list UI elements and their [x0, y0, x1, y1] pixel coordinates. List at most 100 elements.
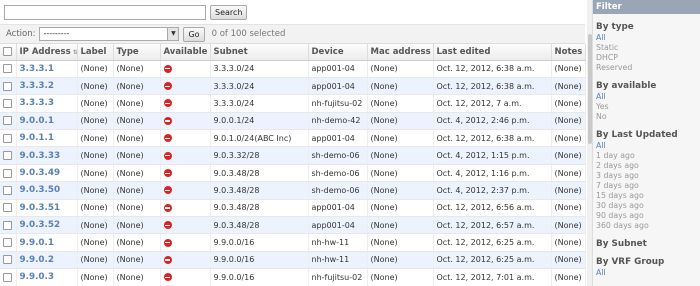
filter-option[interactable]: No	[596, 112, 700, 122]
filter-option[interactable]: All	[596, 33, 700, 43]
row-checkbox[interactable]	[3, 185, 12, 195]
row-select-cell	[0, 94, 17, 113]
filter-groups: By type All Static DHCP Reserved By available…	[593, 22, 700, 278]
notes-cell: (None)	[551, 181, 586, 200]
filter-option[interactable]: 7 days ago	[596, 181, 700, 191]
column-header-notes[interactable]: Notes	[551, 44, 586, 61]
row-checkbox[interactable]	[3, 238, 12, 248]
row-select-cell	[0, 181, 17, 200]
device-cell: app001-04	[308, 129, 368, 148]
table-row: 9.0.1.1 (None) (None) 9.0.1.0/24(ABC Inc) ap…	[0, 129, 586, 148]
row-select-cell	[0, 112, 17, 131]
column-header-label[interactable]: Label	[77, 44, 114, 61]
device-cell: sh-demo-06	[308, 181, 368, 200]
ip-address-link[interactable]: 9.0.3.49	[16, 164, 78, 183]
chevron-down-icon: ▼	[167, 28, 179, 40]
filter-option[interactable]: 3 days ago	[596, 171, 700, 181]
unavailable-icon	[163, 273, 172, 282]
mac-cell: (None)	[367, 146, 434, 165]
column-header-subnet[interactable]: Subnet1 ▲	[210, 44, 309, 61]
row-checkbox[interactable]	[3, 98, 12, 108]
search-button[interactable]: Search	[210, 5, 248, 20]
ip-address-link[interactable]: 9.9.0.3	[16, 268, 78, 286]
ip-address-link[interactable]: 9.0.3.51	[16, 199, 78, 218]
filter-option[interactable]: Reserved	[596, 63, 700, 73]
row-checkbox[interactable]	[3, 272, 12, 282]
filter-option[interactable]: 360 days ago	[596, 221, 700, 231]
row-checkbox[interactable]	[3, 168, 12, 178]
go-button[interactable]: Go	[183, 26, 205, 42]
ip-address-link[interactable]: 3.3.3.3	[16, 94, 78, 113]
column-header-edited[interactable]: Last edited	[433, 44, 552, 61]
filter-option[interactable]: All	[596, 92, 700, 102]
device-cell: sh-demo-06	[308, 164, 368, 183]
type-cell: (None)	[113, 216, 161, 235]
search-bar: Search	[4, 5, 248, 21]
available-cell	[160, 60, 211, 78]
subnet-cell: 3.3.3.0/24	[210, 60, 309, 78]
row-checkbox[interactable]	[3, 116, 12, 126]
column-header-available[interactable]: Available	[160, 44, 211, 61]
ip-address-link[interactable]: 3.3.3.2	[16, 77, 78, 96]
subnet-cell: 9.9.0.0/16	[210, 268, 309, 286]
row-checkbox[interactable]	[3, 151, 12, 161]
type-cell: (None)	[113, 199, 161, 218]
action-select[interactable]: --------- ▼	[39, 27, 180, 41]
mac-cell: (None)	[367, 164, 434, 183]
ip-address-link[interactable]: 9.0.3.50	[16, 181, 78, 200]
type-cell: (None)	[113, 94, 161, 113]
row-checkbox[interactable]	[3, 255, 12, 265]
row-select-cell	[0, 233, 17, 252]
row-select-cell	[0, 199, 17, 218]
mac-cell: (None)	[367, 94, 434, 113]
row-checkbox[interactable]	[3, 133, 12, 143]
device-cell: app001-04	[308, 77, 368, 96]
unavailable-icon	[163, 255, 172, 264]
type-cell: (None)	[113, 60, 161, 78]
filter-option[interactable]: 2 days ago	[596, 161, 700, 171]
column-header-type[interactable]: Type	[113, 44, 161, 61]
label-cell: (None)	[77, 146, 114, 165]
row-checkbox[interactable]	[3, 81, 12, 91]
select-all-cell	[0, 44, 17, 61]
subnet-cell: 3.3.3.0/24	[210, 94, 309, 113]
label-cell: (None)	[77, 216, 114, 235]
filter-option-list: All Yes No	[593, 92, 700, 122]
available-cell	[160, 146, 211, 165]
filter-option[interactable]: 15 days ago	[596, 191, 700, 201]
ip-address-link[interactable]: 9.0.1.1	[16, 129, 78, 148]
label-cell: (None)	[77, 77, 114, 96]
ip-address-link[interactable]: 9.0.3.33	[16, 146, 78, 165]
ip-address-link[interactable]: 9.0.3.52	[16, 216, 78, 235]
row-checkbox[interactable]	[3, 203, 12, 213]
filter-option[interactable]: All	[596, 141, 700, 151]
table-row: 9.0.3.50 (None) (None) 9.0.3.48/28 sh-demo-0…	[0, 181, 586, 200]
subnet-cell: 9.0.0.1/24	[210, 112, 309, 131]
column-header-ip[interactable]: IP Address⇅	[16, 44, 78, 61]
filter-option[interactable]: Static	[596, 43, 700, 53]
subnet-cell: 3.3.3.0/24	[210, 77, 309, 96]
edited-cell: Oct. 4, 2012, 1:15 p.m.	[433, 146, 552, 165]
filter-option[interactable]: DHCP	[596, 53, 700, 63]
filter-option[interactable]: Yes	[596, 102, 700, 112]
label-cell: (None)	[77, 94, 114, 113]
ip-address-link[interactable]: 9.9.0.1	[16, 233, 78, 252]
row-checkbox[interactable]	[3, 220, 12, 230]
filter-option[interactable]: 90 days ago	[596, 211, 700, 221]
column-header-mac[interactable]: Mac address	[367, 44, 434, 61]
edited-cell: Oct. 4, 2012, 1:16 p.m.	[433, 164, 552, 183]
column-header-device[interactable]: Device	[308, 44, 368, 61]
subnet-cell: 9.9.0.0/16	[210, 233, 309, 252]
select-all-checkbox[interactable]	[3, 46, 12, 56]
filter-option[interactable]: 1 day ago	[596, 151, 700, 161]
row-checkbox[interactable]	[3, 64, 12, 74]
ip-address-link[interactable]: 9.0.0.1	[16, 112, 78, 131]
search-input[interactable]	[4, 5, 206, 20]
notes-cell: (None)	[551, 77, 586, 96]
ip-address-link[interactable]: 9.9.0.2	[16, 251, 78, 270]
unavailable-icon	[163, 238, 172, 247]
filter-option[interactable]: All	[596, 268, 700, 278]
ip-address-link[interactable]: 3.3.3.1	[16, 60, 78, 78]
filter-option[interactable]: 30 days ago	[596, 201, 700, 211]
notes-cell: (None)	[551, 251, 586, 270]
